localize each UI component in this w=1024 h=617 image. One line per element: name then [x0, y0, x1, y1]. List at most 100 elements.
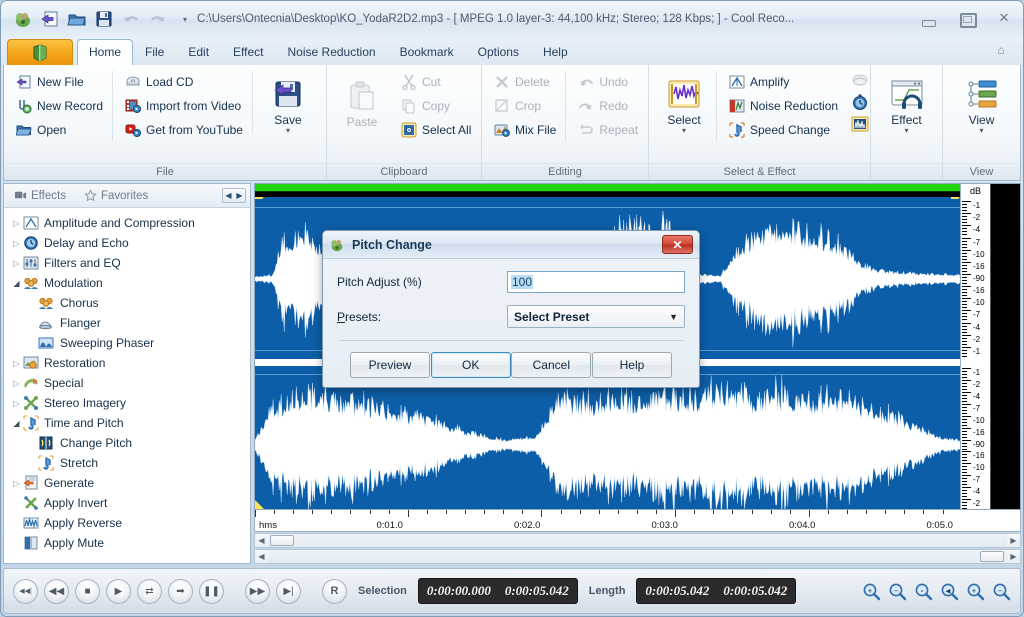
- stop-button[interactable]: ■: [75, 578, 100, 604]
- ok-button[interactable]: OK: [430, 352, 511, 378]
- scroll-thumb[interactable]: [270, 535, 294, 546]
- presets-select[interactable]: Select Preset ▼: [507, 305, 685, 328]
- tree-item-apply-reverse[interactable]: Apply Reverse: [10, 513, 250, 533]
- copy-button[interactable]: Copy: [396, 95, 476, 117]
- cancel-button[interactable]: Cancel: [511, 352, 592, 378]
- sidebar-nav-right[interactable]: ▶: [234, 189, 245, 202]
- tree-item-apply-mute[interactable]: Apply Mute: [10, 533, 250, 553]
- minimize-button[interactable]: [917, 9, 939, 27]
- mix-file-button[interactable]: Mix File: [489, 119, 561, 141]
- tree-item-generate[interactable]: ▷ Generate: [10, 473, 250, 493]
- time-ruler[interactable]: hms 0:01.0 0:02.0 0:03.0 0:04.0 0:05.0: [254, 510, 1021, 532]
- amplify-button[interactable]: Amplify: [724, 71, 843, 93]
- close-button[interactable]: ✕: [993, 9, 1015, 27]
- tree-item-flanger[interactable]: Flanger: [10, 313, 250, 333]
- select-all-button[interactable]: Select All: [396, 119, 476, 141]
- undo-button[interactable]: Undo: [573, 71, 643, 93]
- zoom-out-icon[interactable]: −: [888, 582, 907, 601]
- equalizer-icon[interactable]: [851, 115, 869, 133]
- pitch-adjust-input[interactable]: 100: [507, 271, 685, 293]
- chevron-right-icon[interactable]: ▷: [10, 379, 23, 388]
- application-menu-button[interactable]: [7, 39, 73, 65]
- redo-button[interactable]: Redo: [573, 95, 643, 117]
- sidebar-tab-favorites[interactable]: Favorites: [78, 187, 154, 204]
- scroll-left-arrow-2[interactable]: ◀: [255, 552, 268, 561]
- scroll-right-arrow[interactable]: ▶: [1007, 536, 1020, 545]
- effect-button[interactable]: Effect ▾: [879, 75, 935, 135]
- scroll-right-arrow-2[interactable]: ▶: [1007, 552, 1020, 561]
- tree-item-sweeping-phaser[interactable]: Sweeping Phaser: [10, 333, 250, 353]
- scroll-thumb-2[interactable]: [980, 551, 1004, 562]
- horizontal-scrollbar-bottom[interactable]: ◀ ▶: [254, 549, 1021, 564]
- noise-reduction-button[interactable]: Noise Reduction: [724, 95, 843, 117]
- tab-help[interactable]: Help: [531, 39, 580, 65]
- repeat-button[interactable]: Repeat: [573, 119, 643, 141]
- chevron-right-icon[interactable]: ▷: [10, 399, 23, 408]
- tab-file[interactable]: File: [133, 39, 176, 65]
- new-file-button[interactable]: New File: [11, 71, 108, 93]
- ribbon-help-icon[interactable]: ⌂: [993, 43, 1009, 59]
- chevron-right-icon[interactable]: ▷: [10, 479, 23, 488]
- fast-forward-button[interactable]: ▶▶: [245, 578, 270, 604]
- tab-home[interactable]: Home: [77, 39, 134, 66]
- tab-effect[interactable]: Effect: [221, 39, 275, 65]
- chevron-right-icon[interactable]: ▷: [10, 359, 23, 368]
- select-button[interactable]: Select ▾: [656, 75, 712, 135]
- length-time-display[interactable]: 0:00:05.042 0:00:05.042: [636, 578, 797, 604]
- tree-item-special[interactable]: ▷ Special: [10, 373, 250, 393]
- select-dropdown-icon[interactable]: ▾: [682, 127, 686, 135]
- record-button[interactable]: R: [322, 578, 347, 604]
- zoom-selection-icon[interactable]: ▫: [914, 582, 933, 601]
- fade-icon[interactable]: [851, 71, 869, 89]
- tree-item-time-and-pitch[interactable]: ◢ Time and Pitch: [10, 413, 250, 433]
- speed-change-button[interactable]: Speed Change: [724, 119, 843, 141]
- app-icon[interactable]: [13, 9, 33, 29]
- preview-button[interactable]: Preview: [350, 352, 430, 378]
- view-dropdown-icon[interactable]: ▾: [979, 127, 983, 135]
- get-from-youtube-button[interactable]: Get from YouTube: [120, 119, 248, 141]
- cut-button[interactable]: Cut: [396, 71, 476, 93]
- pause-button[interactable]: ❚❚: [199, 578, 224, 604]
- forward-arrow-button[interactable]: ➡: [168, 578, 193, 604]
- tree-item-restoration[interactable]: ▷ Restoration: [10, 353, 250, 373]
- chevron-down-icon[interactable]: ◢: [10, 279, 23, 288]
- help-button[interactable]: Help: [591, 352, 672, 378]
- scroll-left-arrow[interactable]: ◀: [255, 536, 268, 545]
- dialog-close-button[interactable]: ✕: [662, 235, 693, 254]
- zoom-vert-out-icon[interactable]: −: [992, 582, 1011, 601]
- sidebar-nav-left[interactable]: ◀: [223, 189, 234, 202]
- sidebar-tab-effects[interactable]: Effects: [8, 187, 72, 204]
- tab-options[interactable]: Options: [466, 39, 531, 65]
- delete-button[interactable]: Delete: [489, 71, 561, 93]
- crop-button[interactable]: Crop: [489, 95, 561, 117]
- scroll-trough-2[interactable]: [268, 550, 1007, 563]
- tree-item-stretch[interactable]: Stretch: [10, 453, 250, 473]
- scroll-trough[interactable]: [268, 534, 1007, 547]
- tree-item-chorus[interactable]: Chorus: [10, 293, 250, 313]
- quick-access-dropdown-icon[interactable]: ▾: [183, 15, 187, 24]
- tab-edit[interactable]: Edit: [176, 39, 221, 65]
- effect-dropdown-icon[interactable]: ▾: [904, 127, 908, 135]
- zoom-full-icon[interactable]: ◄: [940, 582, 959, 601]
- tab-bookmark[interactable]: Bookmark: [388, 39, 466, 65]
- maximize-button[interactable]: [955, 9, 977, 28]
- tab-noise-reduction[interactable]: Noise Reduction: [276, 39, 388, 65]
- skip-forward-button[interactable]: ▶|: [276, 578, 301, 604]
- selection-time-display[interactable]: 0:00:00.000 0:00:05.042: [417, 578, 578, 604]
- tree-item-filters-and-eq[interactable]: ▷ Filters and EQ: [10, 253, 250, 273]
- chevron-right-icon[interactable]: ▷: [10, 239, 23, 248]
- tree-item-delay-and-echo[interactable]: ▷ Delay and Echo: [10, 233, 250, 253]
- tree-item-stereo-imagery[interactable]: ▷ Stereo Imagery: [10, 393, 250, 413]
- skip-back-button[interactable]: ◀◀|: [13, 578, 38, 604]
- import-from-video-button[interactable]: Import from Video: [120, 95, 248, 117]
- delay-icon[interactable]: [851, 93, 869, 111]
- open-button[interactable]: Open: [11, 119, 108, 141]
- load-cd-button[interactable]: Load CD: [120, 71, 248, 93]
- open-icon[interactable]: [67, 9, 87, 29]
- new-record-button[interactable]: New Record: [11, 95, 108, 117]
- save-button[interactable]: Save ▾: [260, 75, 316, 135]
- horizontal-scrollbar-top[interactable]: ◀ ▶: [254, 533, 1021, 548]
- chevron-right-icon[interactable]: ▷: [10, 219, 23, 228]
- chevron-down-icon[interactable]: ◢: [10, 419, 23, 428]
- rewind-button[interactable]: ◀◀: [44, 578, 69, 604]
